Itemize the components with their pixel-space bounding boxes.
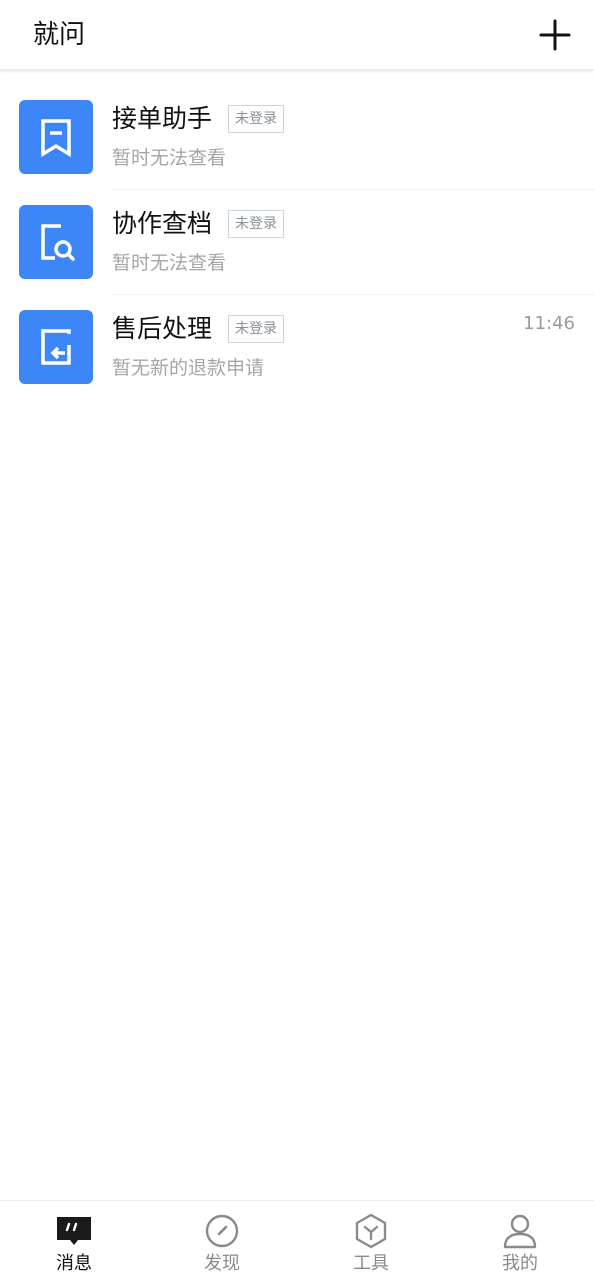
- tab-label: 消息: [56, 1253, 92, 1274]
- message-title: 协作查档: [112, 209, 213, 238]
- compass-icon: [202, 1213, 242, 1249]
- message-preview: 暂无新的退款申请: [112, 357, 265, 379]
- top-bar: 就问: [0, 0, 594, 70]
- message-avatar: [19, 205, 93, 279]
- message-title: 接单助手: [112, 104, 213, 133]
- message-item-archive-collab[interactable]: 协作查档 未登录 暂时无法查看: [0, 175, 594, 280]
- bottom-tab-bar: 消息 发现 工具 我的: [0, 1200, 594, 1280]
- message-item-after-sales[interactable]: 售后处理 未登录 暂无新的退款申请: [0, 280, 594, 385]
- message-item-order-assistant[interactable]: 接单助手 未登录 暂时无法查看: [0, 70, 594, 175]
- tab-label: 发现: [204, 1253, 240, 1274]
- status-badge: 未登录: [228, 315, 284, 343]
- page-title: 就问: [33, 20, 86, 50]
- document-search-icon: [41, 224, 75, 261]
- status-badge: 未登录: [228, 210, 284, 238]
- tab-label: 我的: [502, 1253, 538, 1274]
- cube-icon: [351, 1213, 391, 1249]
- tab-profile[interactable]: 我的: [446, 1201, 594, 1280]
- plus-icon: [539, 19, 571, 51]
- message-preview: 暂时无法查看: [112, 147, 227, 169]
- chat-bubble-icon: [54, 1213, 94, 1249]
- message-title: 售后处理: [112, 314, 213, 343]
- message-timestamp: 11:46: [523, 313, 575, 334]
- tab-discover[interactable]: 发现: [148, 1201, 296, 1280]
- tab-label: 工具: [353, 1253, 389, 1274]
- add-button[interactable]: [536, 16, 574, 54]
- bookmark-icon: [41, 119, 71, 158]
- return-icon: [41, 329, 71, 365]
- tab-messages[interactable]: 消息: [0, 1201, 148, 1280]
- tab-tools[interactable]: 工具: [297, 1201, 445, 1280]
- message-avatar: [19, 310, 93, 384]
- message-preview: 暂时无法查看: [112, 252, 227, 274]
- user-icon: [500, 1213, 540, 1249]
- message-avatar: [19, 100, 93, 174]
- status-badge: 未登录: [228, 105, 284, 133]
